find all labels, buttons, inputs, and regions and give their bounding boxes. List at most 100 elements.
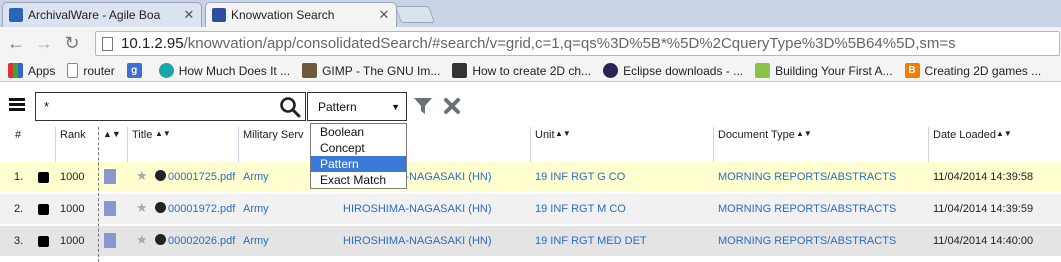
column-divider[interactable] (127, 127, 128, 165)
filter-icon[interactable] (413, 96, 433, 116)
row-unit[interactable]: 19 INF RGT G CO (535, 171, 625, 183)
site-icon (158, 63, 174, 78)
grid-header: # Rank ▲▼ Title ▲▼ Military Serv Unit ▲▼… (0, 127, 1061, 165)
search-mode-value: Pattern (318, 99, 357, 114)
header-label: Document Type (718, 129, 795, 141)
address-bar[interactable]: 10.1.2.95/knowvation/app/consolidatedSea… (95, 31, 1060, 56)
bookmark-google[interactable]: g (126, 63, 147, 78)
search-icon[interactable] (279, 96, 301, 118)
row-unit[interactable]: 19 INF RGT MED DET (535, 235, 647, 247)
search-input[interactable] (36, 93, 276, 120)
row-index: 2. (14, 203, 24, 215)
document-icon[interactable] (104, 201, 116, 216)
bookmark-label: How Much Does It ... (178, 63, 291, 78)
browser-tab-archivalware[interactable]: ArchivalWare - Agile Boa ✕ (2, 2, 202, 27)
search-mode-select[interactable]: Pattern ▼ (307, 92, 407, 121)
sort-icon: ▲▼ (796, 129, 812, 138)
row-index: 3. (14, 235, 24, 247)
close-tab-icon[interactable]: ✕ (378, 7, 390, 23)
row-rank: 1000 (60, 203, 85, 215)
globe-icon[interactable] (155, 234, 166, 245)
header-label: Rank (60, 129, 86, 141)
sort-icon: ▲▼ (155, 129, 171, 138)
star-icon[interactable]: ★ (136, 232, 148, 248)
header-label: # (15, 129, 22, 141)
document-icon[interactable] (104, 169, 116, 184)
blogger-icon: B (904, 63, 920, 78)
browser-tab-strip: ArchivalWare - Agile Boa ✕ Knowvation Se… (0, 0, 1061, 27)
bookmark-label: GIMP - The GNU Im... (322, 63, 441, 78)
reload-icon[interactable]: ↻ (62, 34, 82, 52)
close-tab-icon[interactable]: ✕ (183, 7, 195, 23)
globe-icon[interactable] (155, 202, 166, 213)
row-military[interactable]: Army (243, 235, 269, 247)
row-location[interactable]: HIROSHIMA-NAGASAKI (HN) (343, 203, 492, 215)
page-icon (102, 36, 113, 51)
archivalware-favicon-icon (9, 8, 23, 22)
row-title-link[interactable]: 00001725.pdf (168, 171, 235, 183)
bookmark-label: router (83, 63, 115, 78)
column-divider[interactable] (238, 127, 239, 165)
table-row[interactable]: 3. 1000 ★ 00002026.pdf Army HIROSHIMA-NA… (0, 226, 1061, 256)
row-unit[interactable]: 19 INF RGT M CO (535, 203, 626, 215)
row-index: 1. (14, 171, 24, 183)
clear-icon[interactable] (443, 97, 461, 115)
bookmark-gimp[interactable]: GIMP - The GNU Im... (302, 63, 440, 78)
search-box (35, 92, 306, 121)
forward-arrow-icon[interactable]: → (34, 34, 54, 52)
row-doctype[interactable]: MORNING REPORTS/ABSTRACTS (718, 203, 896, 215)
google-icon: g (126, 63, 142, 78)
row-title-link[interactable]: 00001972.pdf (168, 203, 235, 215)
row-select-checkbox[interactable] (38, 204, 49, 215)
bookmark-label: How to create 2D ch... (472, 63, 592, 78)
eclipse-icon (603, 63, 619, 78)
row-date: 11/04/2014 14:39:59 (933, 203, 1034, 215)
tab-title: Knowvation Search (231, 8, 335, 22)
row-location[interactable]: HIROSHIMA-NAGASAKI (HN) (343, 235, 492, 247)
row-military[interactable]: Army (243, 171, 269, 183)
column-divider[interactable] (928, 127, 929, 165)
bookmark-label: Eclipse downloads - ... (623, 63, 744, 78)
row-select-checkbox[interactable] (38, 236, 49, 247)
hamburger-menu-icon[interactable] (9, 98, 25, 112)
column-resize-guide (98, 127, 99, 262)
bookmark-eclipse[interactable]: Eclipse downloads - ... (603, 63, 743, 78)
column-divider[interactable] (55, 127, 56, 165)
row-title-link[interactable]: 00002026.pdf (168, 235, 235, 247)
bookmark-apps[interactable]: Apps (8, 63, 55, 78)
bookmark-label: Building Your First A... (775, 63, 893, 78)
tab-title: ArchivalWare - Agile Boa (28, 8, 161, 22)
option-boolean[interactable]: Boolean (311, 124, 406, 140)
row-rank: 1000 (60, 171, 85, 183)
bookmark-android[interactable]: Building Your First A... (755, 63, 893, 78)
back-arrow-icon[interactable]: ← (6, 34, 26, 52)
option-concept[interactable]: Concept (311, 140, 406, 156)
row-military[interactable]: Army (243, 203, 269, 215)
column-divider[interactable] (530, 127, 531, 165)
browser-toolbar: ← → ↻ 10.1.2.95/knowvation/app/consolida… (0, 27, 1061, 60)
star-icon[interactable]: ★ (136, 200, 148, 216)
star-icon[interactable]: ★ (136, 168, 148, 184)
row-select-checkbox[interactable] (38, 172, 49, 183)
document-icon[interactable] (104, 233, 116, 248)
row-rank: 1000 (60, 235, 85, 247)
row-doctype[interactable]: MORNING REPORTS/ABSTRACTS (718, 171, 896, 183)
browser-tab-knowvation[interactable]: Knowvation Search ✕ (205, 2, 397, 27)
column-divider[interactable] (713, 127, 714, 165)
option-pattern[interactable]: Pattern (311, 156, 406, 172)
search-toolbar: Pattern ▼ (0, 83, 1061, 127)
url-host: 10.1.2.95 (121, 35, 184, 52)
bookmark-blogger[interactable]: B Creating 2D games ... (904, 63, 1041, 78)
globe-icon[interactable] (155, 170, 166, 181)
search-mode-dropdown: Boolean Concept Pattern Exact Match (310, 123, 407, 189)
bookmark-how-much[interactable]: How Much Does It ... (158, 63, 291, 78)
row-doctype[interactable]: MORNING REPORTS/ABSTRACTS (718, 235, 896, 247)
bookmark-unity[interactable]: How to create 2D ch... (452, 63, 591, 78)
option-exact-match[interactable]: Exact Match (311, 172, 406, 188)
bookmark-router[interactable]: router (67, 63, 115, 78)
table-row[interactable]: 1. 1000 ★ 00001725.pdf Army HIROSHIMA-NA… (0, 162, 1061, 192)
table-row[interactable]: 2. 1000 ★ 00001972.pdf Army HIROSHIMA-NA… (0, 194, 1061, 224)
new-tab-button[interactable] (394, 6, 436, 23)
sort-icon: ▲▼ (555, 129, 571, 138)
header-label: Unit (535, 129, 555, 141)
